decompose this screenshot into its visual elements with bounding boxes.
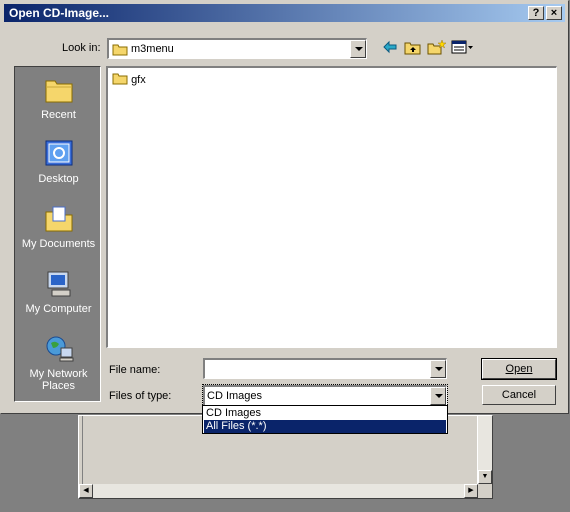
file-type-combo[interactable]: CD Images — [202, 384, 448, 407]
help-button[interactable]: ? — [528, 6, 544, 20]
network-places-icon — [43, 334, 75, 364]
folder-icon — [112, 42, 128, 59]
new-folder-icon[interactable] — [427, 39, 447, 57]
look-in-label: Look in: — [62, 42, 101, 54]
place-label: My Documents — [21, 238, 96, 250]
look-in-value: m3menu — [131, 43, 174, 55]
file-type-dropdown-list[interactable]: CD Images All Files (*.*) — [202, 405, 448, 434]
vertical-scrollbar[interactable]: ▼ — [478, 416, 492, 484]
place-my-documents[interactable]: My Documents — [15, 204, 102, 250]
back-icon[interactable] — [382, 39, 398, 57]
scroll-left-button[interactable]: ◀ — [79, 484, 93, 498]
open-dialog: Open CD-Image... ? × Look in: m3menu Rec… — [0, 0, 569, 414]
open-button-label: Open — [505, 363, 533, 375]
my-computer-icon — [43, 269, 75, 299]
window-title: Open CD-Image... — [9, 6, 110, 20]
place-label: Desktop — [38, 173, 79, 185]
look-in-combo[interactable]: m3menu — [107, 38, 367, 59]
open-button[interactable]: Open — [481, 358, 557, 380]
scroll-down-button[interactable]: ▼ — [478, 470, 492, 484]
place-label: Recent — [41, 109, 76, 121]
recent-folder-icon — [43, 75, 75, 105]
close-button[interactable]: × — [546, 6, 562, 20]
dropdown-option-all-files[interactable]: All Files (*.*) — [204, 420, 446, 433]
file-type-dropdown-arrow[interactable] — [430, 387, 446, 405]
look-in-dropdown-arrow[interactable] — [350, 40, 366, 58]
place-label: My Computer — [25, 303, 92, 315]
horizontal-scrollbar[interactable]: ◀ ▶ — [79, 484, 478, 498]
file-name-label: File name: — [109, 364, 161, 376]
file-list[interactable]: gfx — [106, 66, 557, 348]
list-item[interactable]: gfx — [112, 72, 146, 86]
file-name-combo[interactable] — [203, 358, 447, 379]
my-documents-icon — [43, 204, 75, 234]
view-menu-icon[interactable] — [451, 39, 475, 57]
file-name-dropdown-arrow[interactable] — [430, 360, 446, 378]
place-desktop[interactable]: Desktop — [15, 139, 102, 185]
place-my-computer[interactable]: My Computer — [15, 269, 102, 315]
place-my-network-places[interactable]: My Network Places — [15, 334, 102, 392]
dropdown-option-cd-images[interactable]: CD Images — [204, 407, 446, 420]
file-name-input[interactable] — [207, 361, 427, 376]
scroll-right-button[interactable]: ▶ — [464, 484, 478, 498]
place-label: My Network Places — [29, 368, 88, 392]
folder-icon — [112, 72, 128, 88]
places-bar: Recent Desktop My Documents My Computer … — [14, 66, 101, 402]
file-type-label: Files of type: — [109, 390, 172, 402]
file-name-text: gfx — [131, 74, 146, 86]
place-recent[interactable]: Recent — [15, 75, 102, 121]
file-type-value: CD Images — [207, 390, 263, 402]
title-bar[interactable]: Open CD-Image... ? × — [4, 4, 565, 22]
cancel-button[interactable]: Cancel — [482, 385, 556, 405]
up-one-level-icon[interactable] — [404, 39, 422, 57]
desktop-icon — [43, 139, 75, 169]
